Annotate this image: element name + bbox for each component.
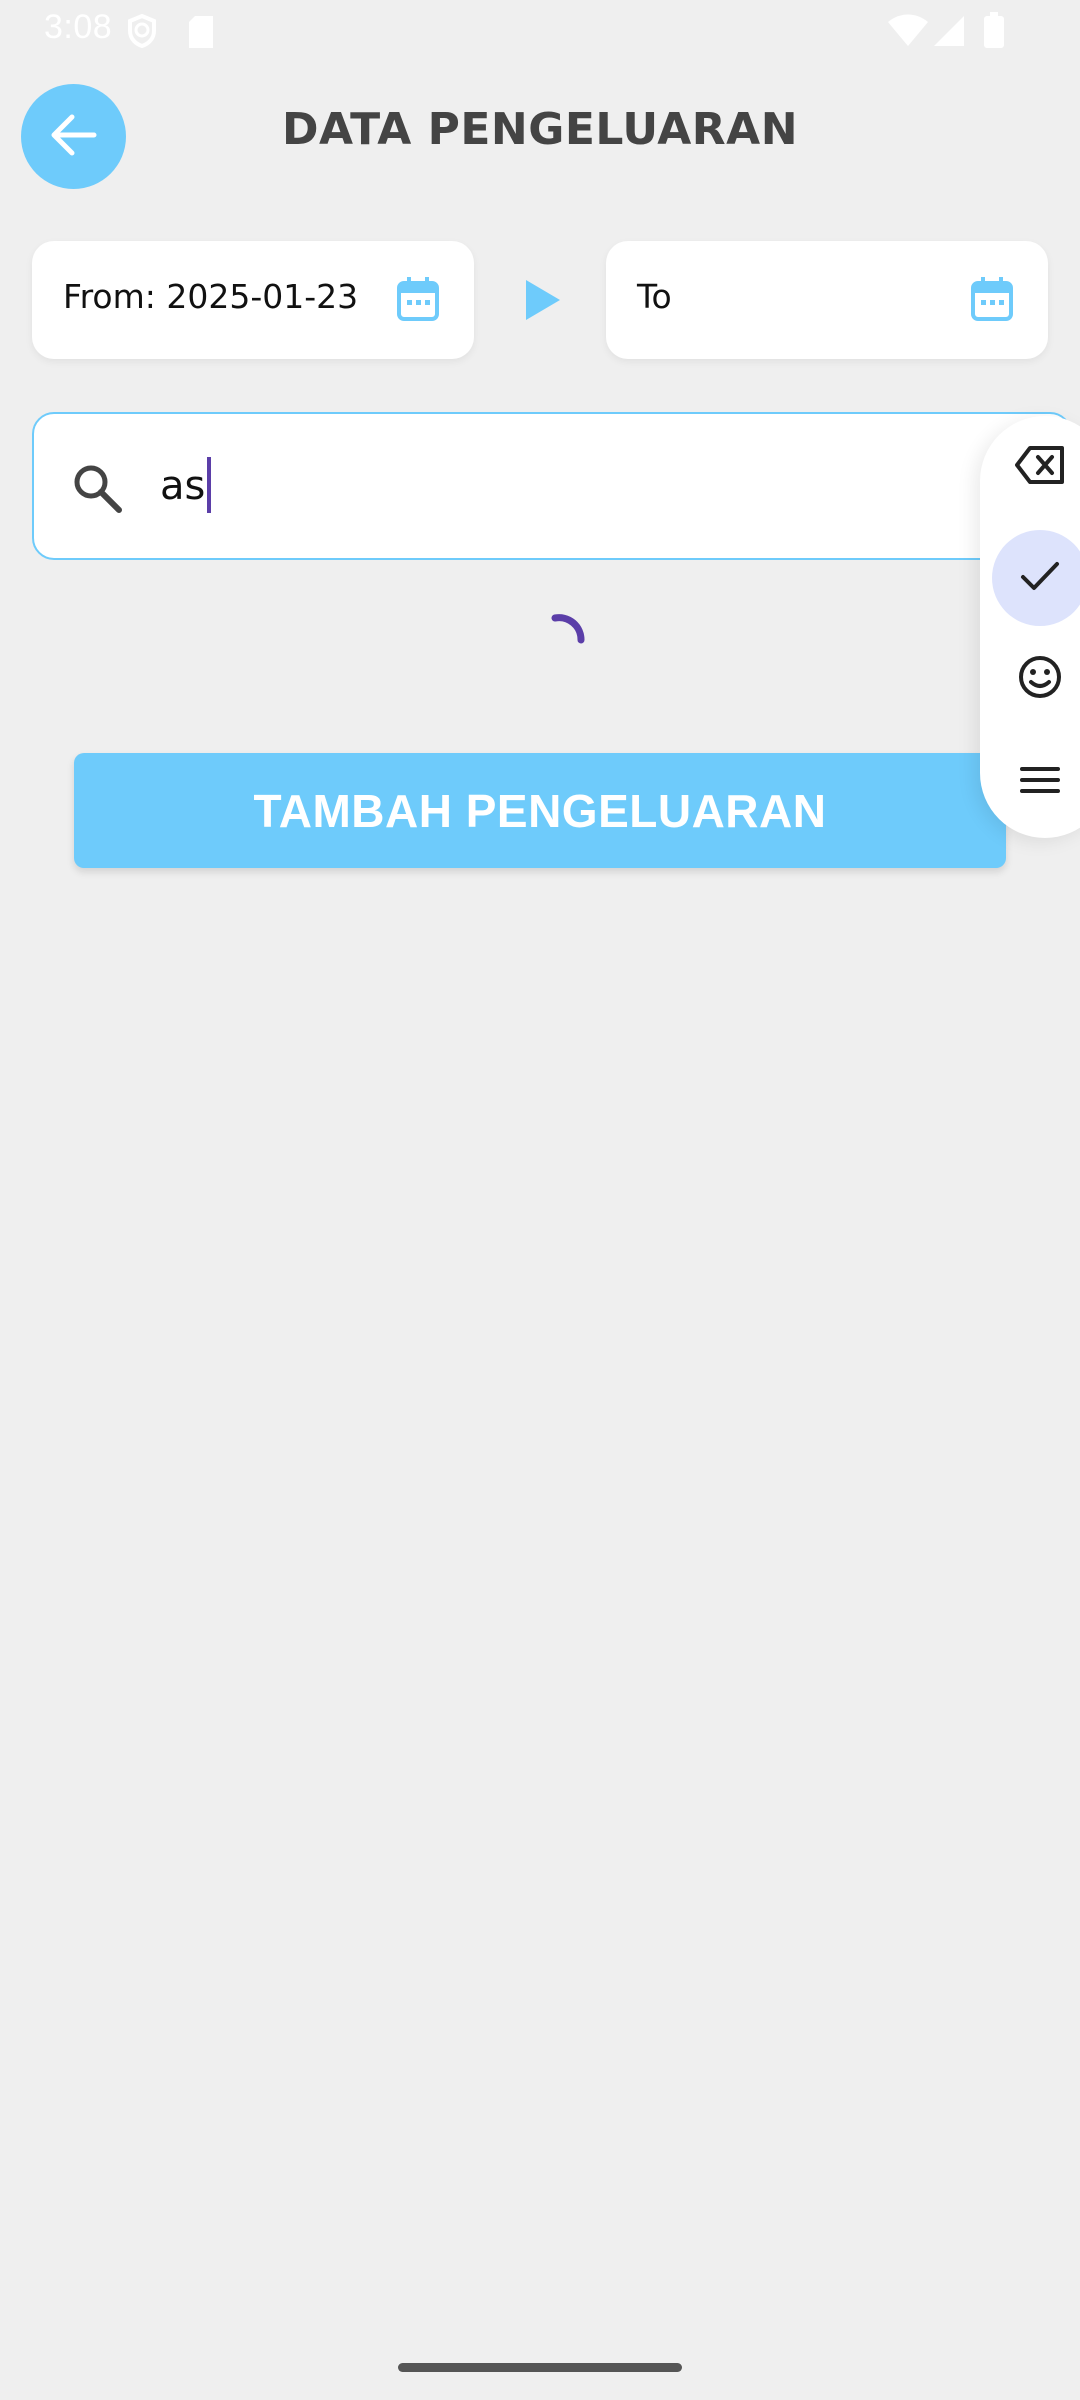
text-cursor — [207, 457, 212, 513]
add-expense-button[interactable]: TAMBAH PENGELUARAN — [74, 753, 1006, 868]
keyboard-toolbar — [980, 416, 1080, 838]
status-time: 3:08 — [44, 8, 113, 46]
menu-button[interactable] — [992, 734, 1080, 830]
menu-icon — [1020, 766, 1060, 798]
date-to-field[interactable]: To — [606, 241, 1048, 359]
emoji-button[interactable] — [992, 631, 1080, 727]
sd-card-icon — [187, 16, 215, 52]
search-input[interactable]: as — [32, 412, 1072, 560]
backspace-icon — [1014, 445, 1066, 489]
battery-icon — [984, 12, 1004, 52]
loading-spinner — [545, 606, 595, 656]
check-button[interactable] — [992, 530, 1080, 626]
page-title: DATA PENGELUARAN — [281, 104, 799, 155]
shield-icon — [127, 13, 157, 52]
date-from-label: From: 2025-01-23 — [63, 277, 359, 316]
emoji-icon — [1018, 655, 1062, 703]
date-from-field[interactable]: From: 2025-01-23 — [32, 241, 474, 359]
search-value: as — [160, 457, 212, 516]
date-to-label: To — [637, 277, 672, 316]
calendar-icon[interactable] — [396, 276, 440, 322]
check-icon — [1019, 559, 1061, 597]
status-bar: 3:08 — [0, 0, 1080, 64]
backspace-button[interactable] — [992, 419, 1080, 515]
signal-icon — [934, 14, 966, 52]
search-text: as — [160, 463, 206, 509]
calendar-icon[interactable] — [970, 276, 1014, 322]
home-indicator[interactable] — [398, 2363, 682, 2372]
play-arrow-icon — [524, 278, 562, 322]
search-icon — [70, 461, 124, 515]
wifi-icon — [888, 14, 928, 52]
